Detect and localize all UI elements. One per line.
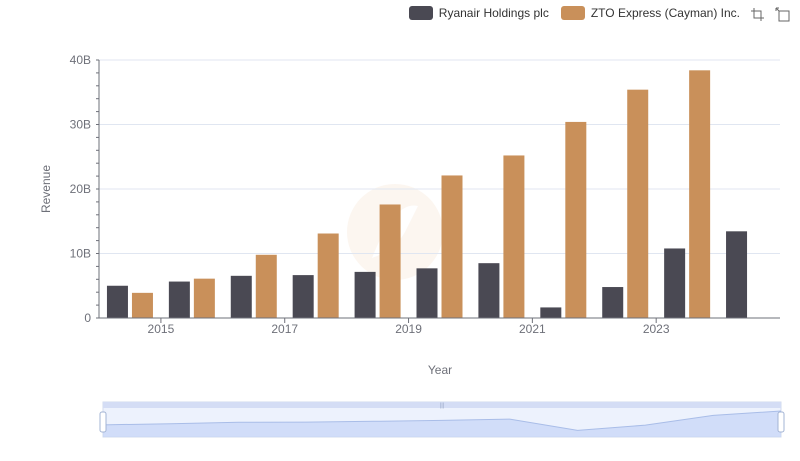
bars: [106, 70, 748, 318]
y-tick-label: 0: [84, 311, 91, 325]
x-tick-label: 2019: [395, 322, 422, 336]
bar-zto-2014[interactable]: [131, 292, 153, 318]
zoom-handle-right[interactable]: [777, 411, 785, 433]
bar-ryanair-2021[interactable]: [540, 307, 562, 318]
x-tick-label: 2017: [271, 322, 298, 336]
bar-zto-2020[interactable]: [503, 155, 525, 318]
bar-zto-2017[interactable]: [317, 233, 339, 318]
x-axis-label: Year: [428, 363, 452, 377]
bar-ryanair-2017[interactable]: [292, 275, 314, 318]
bar-zto-2015[interactable]: [193, 278, 215, 318]
x-tick-label: 2023: [643, 322, 670, 336]
bar-chart: 0 10B 20B 30B 40B 2015 2017 2019 2021 2023 Reven…: [39, 53, 785, 438]
zoom-grip-icon[interactable]: |||: [440, 403, 445, 409]
zoom-handle-left[interactable]: [99, 411, 107, 433]
y-axis-ticks: 0 10B 20B 30B 40B: [70, 53, 92, 325]
data-zoom-slider[interactable]: |||: [99, 401, 785, 438]
bar-ryanair-2024[interactable]: [726, 231, 748, 318]
bar-ryanair-2019[interactable]: [416, 268, 438, 318]
bar-ryanair-2016[interactable]: [230, 275, 252, 318]
y-tick-label: 30B: [70, 118, 91, 132]
x-tick-label: 2021: [519, 322, 546, 336]
x-axis-ticks: 2015 2017 2019 2021 2023: [148, 318, 670, 336]
bar-zto-2023[interactable]: [689, 70, 711, 318]
bar-ryanair-2015[interactable]: [168, 281, 190, 318]
bar-ryanair-2018[interactable]: [354, 271, 376, 318]
bar-zto-2021[interactable]: [565, 121, 587, 318]
bar-ryanair-2020[interactable]: [478, 263, 500, 318]
bar-ryanair-2014[interactable]: [106, 285, 128, 318]
bar-ryanair-2023[interactable]: [664, 248, 686, 318]
bar-zto-2022[interactable]: [627, 89, 649, 318]
bar-zto-2018[interactable]: [379, 204, 401, 318]
y-tick-label: 20B: [70, 182, 91, 196]
bar-zto-2019[interactable]: [441, 175, 463, 318]
bar-ryanair-2022[interactable]: [602, 287, 624, 318]
bar-zto-2016[interactable]: [255, 254, 277, 318]
x-tick-label: 2015: [148, 322, 175, 336]
y-tick-label: 10B: [70, 247, 91, 261]
y-axis-label: Revenue: [39, 165, 53, 213]
y-tick-label: 40B: [70, 53, 91, 67]
